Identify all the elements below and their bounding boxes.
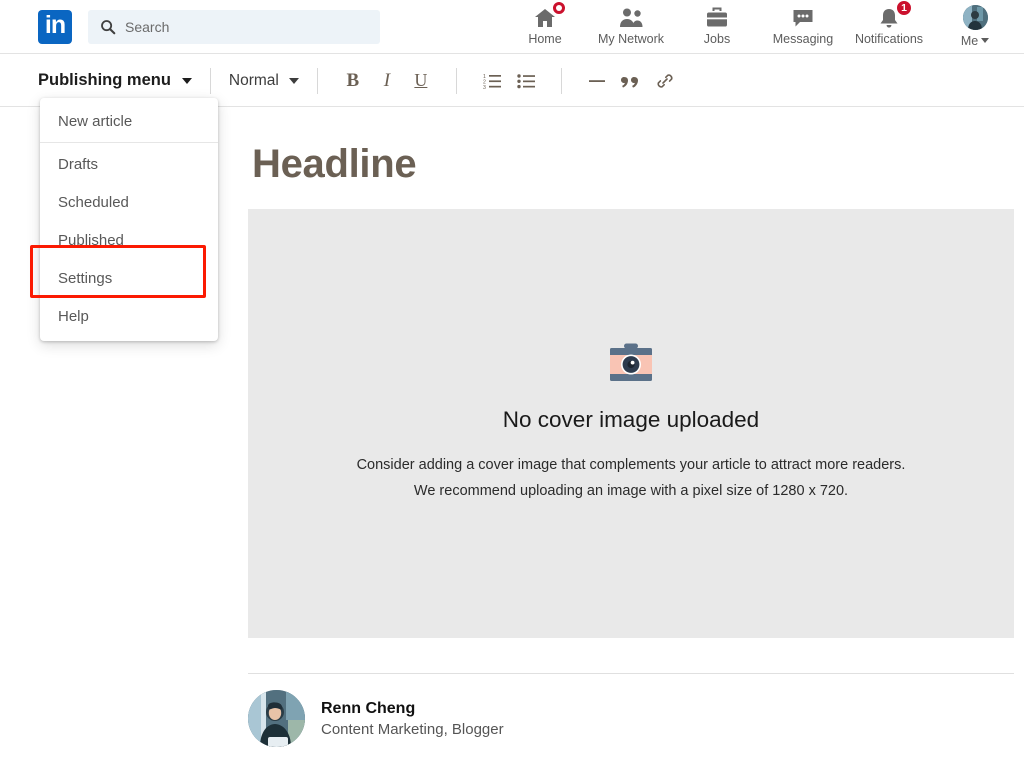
link-button[interactable] <box>648 64 682 98</box>
menu-item-help[interactable]: Help <box>40 297 218 335</box>
nav-item-label: Notifications <box>854 32 924 46</box>
menu-item-published[interactable]: Published <box>40 221 218 259</box>
nav-item-my-network[interactable]: My Network <box>588 0 674 54</box>
horizontal-rule-button[interactable] <box>580 64 614 98</box>
cover-upload-hint-line1: Consider adding a cover image that compl… <box>356 456 906 473</box>
headline-input[interactable]: Headline <box>252 142 417 187</box>
author-subtitle: Content Marketing, Blogger <box>321 720 504 738</box>
italic-button[interactable]: I <box>370 64 404 98</box>
menu-item-drafts[interactable]: Drafts <box>40 145 218 183</box>
message-bubble-icon <box>793 9 813 26</box>
chevron-down-icon <box>181 77 192 84</box>
nav-item-home[interactable]: Home <box>502 0 588 54</box>
quote-icon <box>620 76 638 88</box>
list-format-group: 1 2 3 <box>475 64 543 98</box>
publishing-menu-label: Publishing menu <box>38 71 171 89</box>
block-format-group <box>580 64 682 98</box>
author-text-block: Renn Cheng Content Marketing, Blogger <box>321 700 504 738</box>
nav-item-label: My Network <box>598 32 664 46</box>
cover-upload-title: No cover image uploaded <box>502 406 760 432</box>
search-icon <box>101 20 116 35</box>
nav-items-group: Home My Network Jobs Messaging 1 Notific… <box>502 0 1018 54</box>
bold-button[interactable]: B <box>336 64 370 98</box>
menu-item-scheduled[interactable]: Scheduled <box>40 183 218 221</box>
linkedin-article-editor: in Home <box>0 0 1024 762</box>
author-avatar-photo <box>248 690 305 747</box>
nav-item-notifications[interactable]: 1 Notifications <box>846 0 932 54</box>
nav-item-jobs[interactable]: Jobs <box>674 0 760 54</box>
svg-text:3: 3 <box>483 85 486 89</box>
home-icon-wrap <box>533 0 567 30</box>
search-box[interactable] <box>88 10 380 44</box>
publishing-menu-dropdown: New article Drafts Scheduled Published S… <box>40 98 218 341</box>
author-avatar[interactable] <box>248 690 305 747</box>
message-bubble-icon-wrap <box>791 5 815 30</box>
publishing-menu-button[interactable]: Publishing menu <box>38 71 192 90</box>
toolbar-divider <box>455 67 457 94</box>
avatar-photo <box>962 5 988 30</box>
people-icon-wrap <box>618 5 644 30</box>
nav-item-me[interactable]: Me <box>932 0 1018 54</box>
home-notification-dot <box>551 0 567 16</box>
text-style-select[interactable]: Normal <box>229 72 299 90</box>
briefcase-icon-wrap <box>705 5 729 30</box>
linkedin-logo[interactable]: in <box>38 10 72 44</box>
text-style-value: Normal <box>228 71 279 89</box>
horizontal-rule-icon <box>588 79 605 82</box>
link-icon <box>657 73 673 88</box>
chevron-down-icon <box>981 37 990 43</box>
menu-divider <box>40 142 218 143</box>
inline-format-group: B I U <box>336 64 438 98</box>
article-author[interactable]: Renn Cheng Content Marketing, Blogger <box>248 690 504 747</box>
notifications-badge: 1 <box>896 0 912 16</box>
chevron-down-icon <box>288 77 299 84</box>
ordered-list-icon: 1 2 3 <box>483 74 501 89</box>
author-divider <box>248 673 1014 674</box>
underline-button[interactable]: U <box>404 64 438 98</box>
nav-item-label: Messaging <box>772 32 834 46</box>
ordered-list-button[interactable]: 1 2 3 <box>475 64 509 98</box>
search-input[interactable] <box>125 19 355 35</box>
menu-item-new-article[interactable]: New article <box>40 102 218 140</box>
nav-item-label: Home <box>528 32 562 46</box>
linkedin-logo-text: in <box>44 11 66 39</box>
toolbar-divider <box>560 67 562 94</box>
toolbar-divider <box>209 67 211 94</box>
unordered-list-button[interactable] <box>509 64 543 98</box>
nav-item-label: Me <box>960 34 979 48</box>
menu-item-settings[interactable]: Settings <box>40 259 218 297</box>
cover-image-upload-area[interactable]: No cover image uploaded Consider adding … <box>248 209 1014 638</box>
avatar <box>962 5 988 30</box>
briefcase-icon <box>707 7 727 26</box>
cover-upload-hint-line2: We recommend uploading an image with a p… <box>413 482 849 499</box>
nav-item-label: Jobs <box>703 32 731 46</box>
unordered-list-icon <box>517 73 535 88</box>
toolbar-divider <box>316 67 318 94</box>
author-name: Renn Cheng <box>321 699 416 717</box>
blockquote-button[interactable] <box>614 64 648 98</box>
camera-icon-wrap <box>607 343 655 385</box>
nav-item-messaging[interactable]: Messaging <box>760 0 846 54</box>
avatar-wrap <box>962 5 988 30</box>
bell-icon-wrap: 1 <box>877 0 912 30</box>
camera-icon <box>610 343 652 381</box>
global-navigation-bar: in Home <box>0 0 1024 54</box>
me-label-row: Me <box>960 32 990 48</box>
people-icon <box>620 8 643 27</box>
